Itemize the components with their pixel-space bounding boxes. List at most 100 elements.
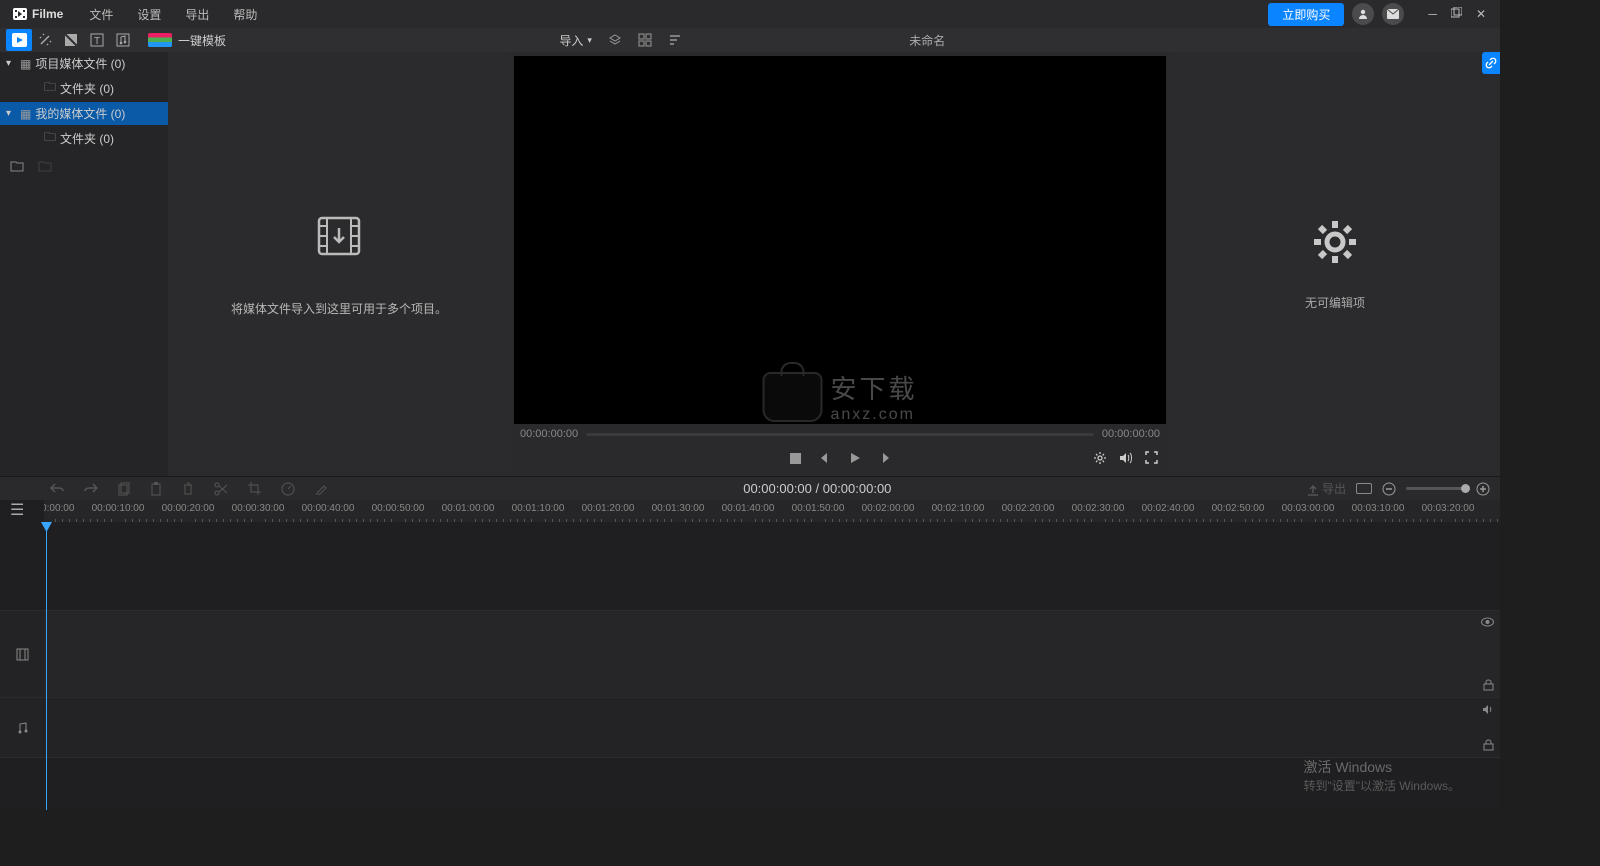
mail-button[interactable]	[1382, 3, 1404, 25]
mail-icon	[1387, 9, 1399, 19]
timeline: ☰ 00:00:00:0000:00:10:0000:00:20:0000:00…	[0, 500, 1500, 810]
preview-time-left: 00:00:00:00	[520, 428, 578, 440]
timeline-ruler[interactable]: 00:00:00:0000:00:10:0000:00:20:0000:00:3…	[44, 500, 1500, 522]
color-button[interactable]	[315, 482, 328, 496]
next-frame-button[interactable]	[879, 452, 891, 464]
ruler-tick: 00:02:10:00	[932, 503, 985, 514]
eye-icon[interactable]	[1481, 617, 1494, 627]
redo-button[interactable]	[84, 482, 98, 496]
import-dropdown[interactable]: 导入 ▾	[559, 32, 592, 49]
paste-button[interactable]	[150, 482, 162, 496]
fit-icon	[1356, 483, 1372, 494]
folder-icon: 🗀	[44, 78, 56, 99]
media-sidebar: ▾ ▦ 项目媒体文件 (0) 🗀 文件夹 (0) ▾ ▦ 我的媒体文件 (0) …	[0, 52, 168, 476]
lock-track-icon[interactable]	[1483, 739, 1494, 751]
tab-effects[interactable]	[32, 29, 58, 51]
tab-audio[interactable]	[110, 29, 136, 51]
close-button[interactable]: ✕	[1476, 7, 1486, 21]
tab-media[interactable]	[6, 29, 32, 51]
ruler-tick: 00:02:20:00	[1002, 503, 1055, 514]
ruler-tick: 00:00:40:00	[302, 503, 355, 514]
project-title: 未命名	[694, 32, 1161, 49]
sort-button[interactable]	[668, 33, 690, 47]
prev-icon	[819, 452, 831, 464]
paste-icon	[150, 482, 162, 496]
export-button[interactable]: 导出	[1307, 480, 1346, 497]
volume-button[interactable]	[1119, 451, 1133, 465]
ruler-tick: 00:01:10:00	[512, 503, 565, 514]
preview-progress: 00:00:00:00 00:00:00:00	[514, 424, 1166, 444]
undo-button[interactable]	[50, 482, 64, 496]
menu-export[interactable]: 导出	[175, 2, 219, 27]
preview-time-right: 00:00:00:00	[1102, 428, 1160, 440]
timeline-body[interactable]: 激活 Windows 转到"设置"以激活 Windows。	[0, 522, 1500, 810]
ruler-tick: 00:01:50:00	[792, 503, 845, 514]
fullscreen-button[interactable]	[1145, 451, 1158, 465]
crop-button[interactable]	[248, 482, 261, 496]
gear-big-icon	[1311, 218, 1359, 266]
template-button[interactable]: 一键模板	[148, 32, 226, 49]
settings-button[interactable]	[1093, 451, 1107, 465]
preview-seekbar[interactable]	[586, 433, 1094, 436]
speed-icon	[281, 482, 295, 496]
menu-settings[interactable]: 设置	[127, 2, 171, 27]
grid-view-button[interactable]	[638, 33, 660, 47]
app-logo: Filme	[4, 6, 71, 22]
menu-help[interactable]: 帮助	[223, 2, 267, 27]
media-drop-text: 将媒体文件导入到这里可用于多个项目。	[231, 300, 447, 317]
lock-icon[interactable]	[1483, 679, 1494, 691]
add-folder-button[interactable]	[10, 160, 24, 172]
layers-button[interactable]	[608, 33, 630, 47]
ruler-tick: 00:00:20:00	[162, 503, 215, 514]
crop-icon	[248, 482, 261, 495]
tree-tools	[0, 152, 168, 180]
watermark: 安下载 anxz.com	[762, 369, 917, 424]
ruler-tick: 00:02:00:00	[862, 503, 915, 514]
music-track-icon[interactable]	[16, 721, 28, 734]
account-button[interactable]	[1352, 3, 1374, 25]
volume-track-icon[interactable]	[1482, 704, 1494, 715]
playhead[interactable]	[46, 522, 47, 810]
zoom-in-button[interactable]	[1476, 482, 1490, 496]
speed-button[interactable]	[281, 482, 295, 496]
svg-text:T: T	[94, 36, 100, 47]
ruler-tick: 00:02:30:00	[1072, 503, 1125, 514]
stop-button[interactable]	[790, 453, 801, 464]
properties-pane: 无可编辑项	[1170, 52, 1500, 476]
play-button[interactable]	[849, 452, 861, 464]
link-tab[interactable]	[1482, 52, 1500, 74]
maximize-button[interactable]	[1451, 7, 1462, 21]
tree-my-media[interactable]: ▾ ▦ 我的媒体文件 (0)	[0, 102, 168, 125]
prev-frame-button[interactable]	[819, 452, 831, 464]
buy-now-button[interactable]: 立即购买	[1268, 3, 1344, 26]
zoom-in-icon	[1476, 482, 1490, 496]
delete-folder-button[interactable]	[38, 160, 52, 172]
trash-icon	[182, 482, 194, 496]
window-controls: ─ ✕	[1418, 7, 1496, 21]
delete-button[interactable]	[182, 482, 194, 496]
film-icon[interactable]	[16, 648, 29, 661]
tab-text[interactable]: T	[84, 29, 110, 51]
media-drop-pane[interactable]: 将媒体文件导入到这里可用于多个项目。	[168, 52, 510, 476]
zoom-out-button[interactable]	[1382, 482, 1396, 496]
minimize-button[interactable]: ─	[1428, 7, 1437, 21]
tree-folder-1[interactable]: 🗀 文件夹 (0)	[0, 75, 168, 102]
preview-pane: 安下载 anxz.com 00:00:00:00 00:00:00:00	[510, 52, 1170, 476]
volume-icon	[1119, 451, 1133, 465]
redo-icon	[84, 482, 98, 494]
split-button[interactable]	[214, 482, 228, 496]
ruler-tick: 00:03:10:00	[1352, 503, 1405, 514]
zoom-slider[interactable]	[1406, 487, 1466, 490]
play-icon	[849, 452, 861, 464]
timeline-menu-button[interactable]: ☰	[10, 500, 24, 520]
tree-project-media[interactable]: ▾ ▦ 项目媒体文件 (0)	[0, 52, 168, 75]
tab-transitions[interactable]	[58, 29, 84, 51]
copy-button[interactable]	[118, 482, 130, 496]
fit-zoom-button[interactable]	[1356, 483, 1372, 494]
copy-icon	[118, 482, 130, 496]
tree-folder-2[interactable]: 🗀 文件夹 (0)	[0, 125, 168, 152]
menu-file[interactable]: 文件	[79, 2, 123, 27]
sort-icon	[668, 33, 682, 47]
next-icon	[879, 452, 891, 464]
color-bars-icon	[148, 33, 172, 47]
